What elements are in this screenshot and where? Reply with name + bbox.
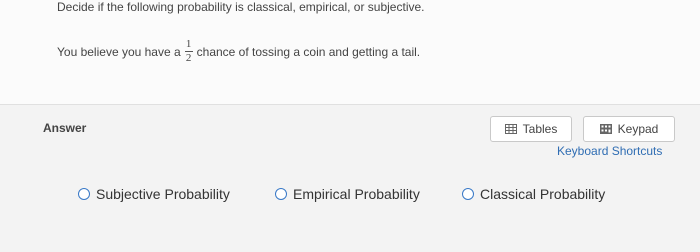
keypad-icon: [599, 124, 612, 134]
question-panel: Decide if the following probability is c…: [0, 0, 700, 104]
fraction-one-half: 1 2: [184, 38, 193, 64]
answer-panel: Answer Tables Keypad Keyboard Shortcuts …: [0, 105, 700, 252]
option-subjective-probability[interactable]: Subjective Probability: [78, 186, 230, 202]
classical-radio[interactable]: [462, 188, 474, 200]
question-text: You believe you have a 1 2 chance of tos…: [57, 39, 420, 64]
option-label: Empirical Probability: [293, 186, 420, 202]
empirical-radio[interactable]: [275, 188, 287, 200]
table-grid-icon: [504, 124, 517, 134]
question-prefix: You believe you have a: [57, 44, 181, 59]
subjective-radio[interactable]: [78, 188, 90, 200]
fraction-denominator: 2: [185, 52, 192, 64]
answer-label: Answer: [43, 121, 87, 135]
tables-button-label: Tables: [522, 122, 558, 136]
option-classical-probability[interactable]: Classical Probability: [462, 186, 605, 202]
fraction-numerator: 1: [185, 38, 192, 50]
option-label: Classical Probability: [480, 186, 606, 202]
question-title: Decide if the following probability is c…: [57, 0, 425, 14]
keyboard-shortcuts-link[interactable]: Keyboard Shortcuts: [557, 144, 662, 158]
answer-options: Subjective Probability Empirical Probabi…: [0, 184, 700, 206]
keypad-button[interactable]: Keypad: [583, 116, 675, 142]
option-label: Subjective Probability: [96, 186, 230, 202]
question-suffix: chance of tossing a coin and getting a t…: [196, 44, 421, 59]
keypad-button-label: Keypad: [617, 122, 659, 136]
option-empirical-probability[interactable]: Empirical Probability: [275, 186, 420, 202]
tables-button[interactable]: Tables: [490, 116, 572, 142]
